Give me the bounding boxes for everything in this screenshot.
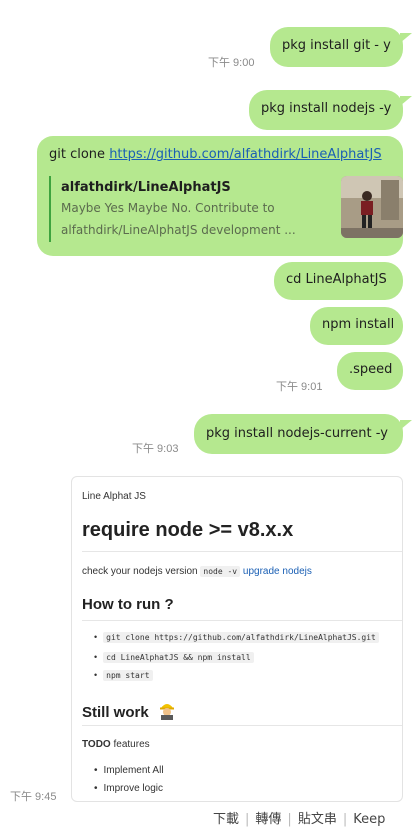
message-time: 下午 9:00 xyxy=(208,57,255,69)
step-code: cd LineAlphatJS && npm install xyxy=(103,652,254,663)
message-time: 下午 9:03 xyxy=(132,443,179,455)
step-item: npm start xyxy=(94,670,153,681)
link-preview[interactable]: alfathdirk/LineAlphatJS Maybe Yes Maybe … xyxy=(49,176,403,242)
step-code: git clone https://github.com/alfathdirk/… xyxy=(103,632,379,643)
message-bubble[interactable]: pkg install nodejs -y xyxy=(249,90,412,130)
forward-button[interactable]: 轉傳 xyxy=(255,812,281,827)
message-time: 下午 9:01 xyxy=(276,381,323,393)
message-bubble[interactable]: pkg install git - y xyxy=(270,27,412,67)
message-link[interactable]: https://github.com/alfathdirk/LineAlphat… xyxy=(109,147,381,162)
message-text: cd LineAlphatJS xyxy=(286,272,387,287)
step-item: cd LineAlphatJS && npm install xyxy=(94,652,254,663)
still-work-text: Still work xyxy=(82,704,149,721)
image-message[interactable]: Line Alphat JS require node >= v8.x.x ch… xyxy=(71,476,403,802)
message-bubble[interactable]: cd LineAlphatJS xyxy=(274,262,403,300)
message-text: npm install xyxy=(322,317,395,332)
still-work-heading: Still work xyxy=(82,700,177,721)
todo-label: TODO xyxy=(82,739,111,750)
link-preview-description: Maybe Yes Maybe No. Contribute to alfath… xyxy=(61,201,296,237)
divider xyxy=(82,620,402,621)
link-preview-thumbnail xyxy=(341,176,403,238)
message-text: pkg install nodejs -y xyxy=(261,101,392,116)
todo-line: TODO features xyxy=(82,739,150,750)
todo-suffix: features xyxy=(110,739,150,750)
readme-heading: require node >= v8.x.x xyxy=(82,519,294,541)
message-time: 下午 9:45 xyxy=(10,791,57,803)
image-action-bar: 下載 | 轉傳 | 貼文串 | Keep xyxy=(213,808,385,827)
message-text: .speed xyxy=(349,362,393,377)
todo-item: Implement All xyxy=(94,765,164,776)
check-text: check your nodejs version xyxy=(82,566,198,577)
construction-worker-icon xyxy=(159,704,174,720)
download-button[interactable]: 下載 xyxy=(213,812,239,827)
how-to-run-heading: How to run ? xyxy=(82,596,174,613)
step-item: git clone https://github.com/alfathdirk/… xyxy=(94,632,379,643)
divider xyxy=(82,551,402,552)
repo-title: Line Alphat JS xyxy=(82,491,146,502)
message-bubble[interactable]: npm install xyxy=(310,307,403,345)
message-bubble[interactable]: .speed xyxy=(337,352,403,390)
message-text: pkg install nodejs-current -y xyxy=(206,426,388,441)
post-timeline-button[interactable]: 貼文串 xyxy=(298,812,337,827)
keep-button[interactable]: Keep xyxy=(353,812,385,827)
link-message-bubble[interactable]: git clone https://github.com/alfathdirk/… xyxy=(37,136,403,256)
message-text: git clone xyxy=(49,147,110,162)
check-code: node -v xyxy=(200,566,241,577)
check-version-line: check your nodejs version node -v upgrad… xyxy=(82,566,312,577)
step-code: npm start xyxy=(103,670,153,681)
separator: | xyxy=(287,812,292,827)
upgrade-link: upgrade nodejs xyxy=(242,566,312,577)
link-preview-title: alfathdirk/LineAlphatJS xyxy=(61,180,231,195)
separator: | xyxy=(342,812,348,827)
message-bubble[interactable]: pkg install nodejs-current -y xyxy=(194,414,412,454)
message-text: pkg install git - y xyxy=(282,38,391,53)
separator: | xyxy=(245,812,250,827)
divider xyxy=(82,725,402,726)
todo-item: Improve logic xyxy=(94,783,163,794)
